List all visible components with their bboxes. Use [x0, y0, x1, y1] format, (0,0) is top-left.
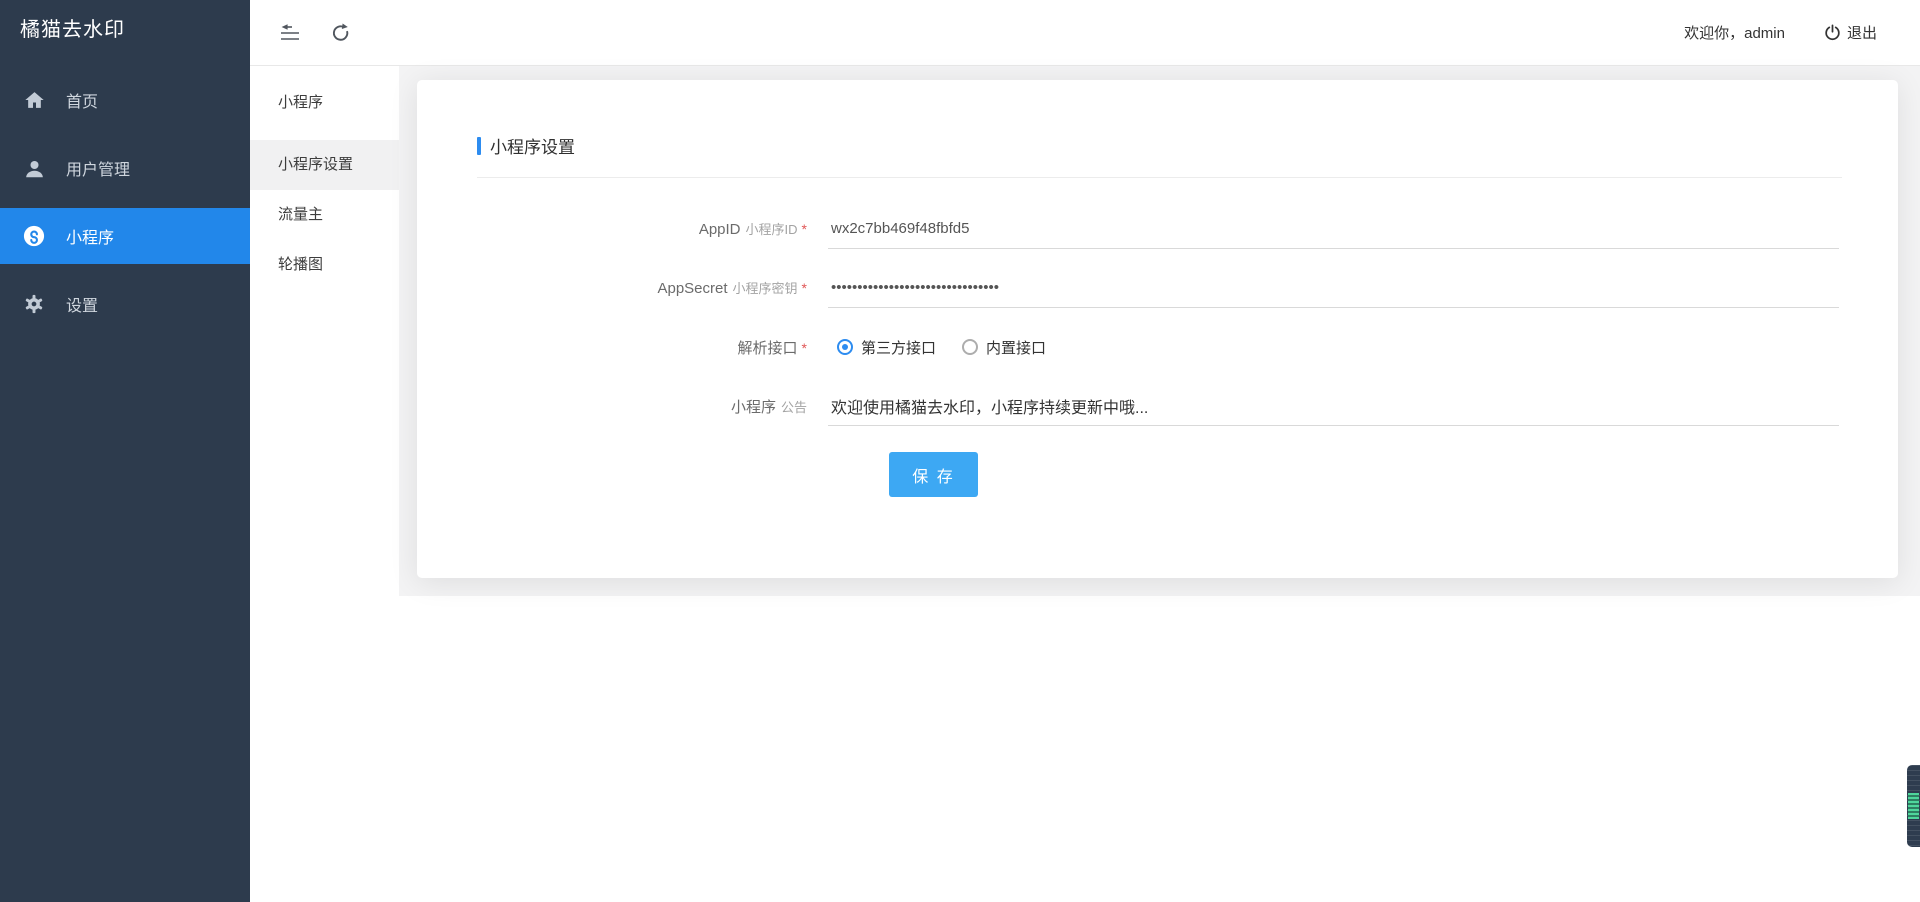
logout-button[interactable]: 退出: [1823, 22, 1877, 43]
collapse-icon: [279, 23, 301, 42]
collapse-sidebar-button[interactable]: [278, 21, 302, 45]
radio-builtin-label[interactable]: 内置接口: [986, 337, 1046, 358]
submenu-item-miniprogram-settings[interactable]: 小程序设置: [250, 140, 399, 190]
radio-third-party[interactable]: [837, 339, 853, 355]
power-icon: [1823, 23, 1842, 42]
sidebar-item-label: 首页: [66, 88, 98, 112]
appid-input[interactable]: [828, 209, 1839, 248]
save-row: 保 存: [417, 452, 1898, 497]
card-title: 小程序设置: [477, 133, 1842, 158]
notice-input[interactable]: [828, 386, 1839, 425]
appsecret-label: AppSecret小程序密钥*: [477, 278, 807, 298]
submenu-item-carousel[interactable]: 轮播图: [250, 240, 399, 290]
radio-third-party-label[interactable]: 第三方接口: [861, 337, 936, 358]
main-nav: 首页 用户管理 小程序: [0, 60, 250, 332]
radio-builtin[interactable]: [962, 339, 978, 355]
page-title: 小程序设置: [490, 133, 575, 158]
secondary-sidebar: 小程序 小程序设置 流量主 轮播图: [250, 66, 399, 902]
sidebar-item-settings[interactable]: 设置: [0, 276, 250, 332]
header-right: 欢迎你，admin 退出: [1684, 22, 1877, 43]
sidebar-item-users[interactable]: 用户管理: [0, 140, 250, 196]
edge-extension-widget[interactable]: [1907, 765, 1920, 847]
required-asterisk: *: [802, 280, 807, 296]
app-logo: 橘猫去水印: [0, 0, 250, 60]
miniprogram-icon: [23, 225, 45, 247]
api-label: 解析接口*: [477, 337, 807, 358]
api-radio-group: 第三方接口 内置接口: [828, 327, 1839, 367]
title-divider: [477, 177, 1842, 178]
required-asterisk: *: [802, 221, 807, 237]
appsecret-input[interactable]: [828, 268, 1839, 307]
edge-widget-indicator: [1908, 793, 1919, 819]
sidebar-item-label: 用户管理: [66, 156, 130, 180]
user-icon: [23, 157, 45, 179]
home-icon: [23, 89, 45, 111]
title-accent-bar: [477, 137, 481, 155]
sidebar-item-miniprogram[interactable]: 小程序: [0, 208, 250, 264]
appsecret-row: AppSecret小程序密钥*: [417, 268, 1898, 308]
top-header: 欢迎你，admin 退出: [250, 0, 1920, 66]
logout-label: 退出: [1847, 22, 1877, 43]
miniprogram-settings-form: AppID小程序ID* AppSecret小程序密钥* 解析接口*: [417, 209, 1898, 497]
save-button[interactable]: 保 存: [889, 452, 978, 497]
submenu-parent-miniprogram[interactable]: 小程序: [250, 78, 399, 128]
main-sidebar: 橘猫去水印 首页 用户管理: [0, 0, 250, 902]
welcome-text: 欢迎你，admin: [1684, 22, 1785, 43]
refresh-button[interactable]: [328, 21, 352, 45]
required-asterisk: *: [802, 340, 807, 356]
api-row: 解析接口* 第三方接口 内置接口: [417, 327, 1898, 367]
notice-label: 小程序公告: [477, 396, 807, 417]
submenu-item-traffic[interactable]: 流量主: [250, 190, 399, 240]
appid-label: AppID小程序ID*: [477, 219, 807, 239]
appid-row: AppID小程序ID*: [417, 209, 1898, 249]
settings-card: 小程序设置 AppID小程序ID* AppSecret小程序密钥*: [417, 80, 1898, 578]
sidebar-item-label: 小程序: [66, 224, 114, 248]
gear-icon: [23, 293, 45, 315]
notice-row: 小程序公告: [417, 386, 1898, 426]
sidebar-item-label: 设置: [66, 292, 98, 316]
app-root: 橘猫去水印 首页 用户管理: [0, 0, 1920, 902]
sidebar-item-home[interactable]: 首页: [0, 72, 250, 128]
refresh-icon: [329, 21, 352, 44]
